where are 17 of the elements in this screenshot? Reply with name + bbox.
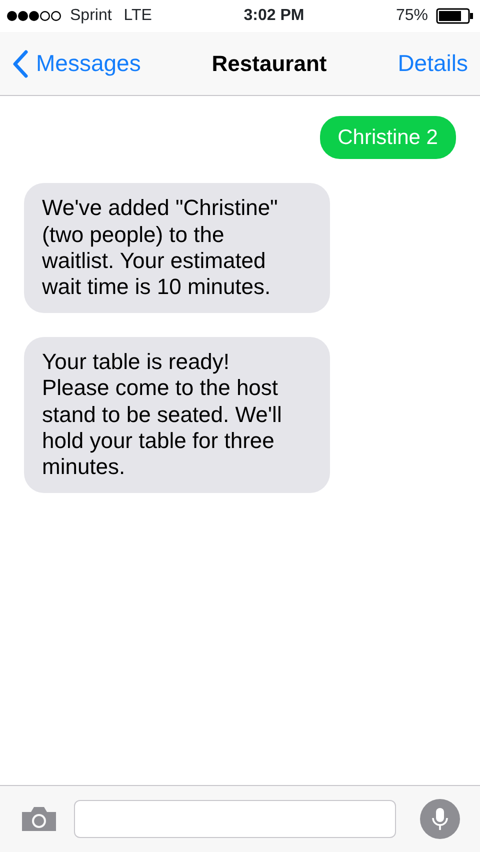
received-message-bubble: We've added "Christine" (two people) to the waitlist. Your estimated wait time is 10 minutes. bbox=[24, 183, 330, 313]
message-input-field[interactable] bbox=[74, 800, 396, 838]
battery-icon bbox=[436, 8, 474, 24]
status-time: 3:02 PM bbox=[244, 6, 304, 26]
back-chevron-icon bbox=[12, 50, 28, 78]
carrier-name: Sprint bbox=[70, 6, 112, 26]
details-button[interactable]: Details bbox=[398, 46, 468, 81]
received-message-bubble: Your table is ready! Please come to the host stand to be seated. We'll hold your table for three minutes. bbox=[24, 336, 330, 493]
sent-message-bubble: Christine 2 bbox=[320, 116, 456, 160]
back-button[interactable]: Messages bbox=[12, 46, 141, 81]
microphone-button[interactable] bbox=[420, 799, 460, 839]
network-type: LTE bbox=[124, 6, 152, 26]
battery-percent: 75% bbox=[396, 6, 428, 26]
camera-icon[interactable] bbox=[20, 805, 58, 833]
microphone-icon bbox=[432, 807, 448, 831]
signal-icon bbox=[6, 10, 62, 22]
conversation-title: Restaurant bbox=[212, 50, 327, 78]
